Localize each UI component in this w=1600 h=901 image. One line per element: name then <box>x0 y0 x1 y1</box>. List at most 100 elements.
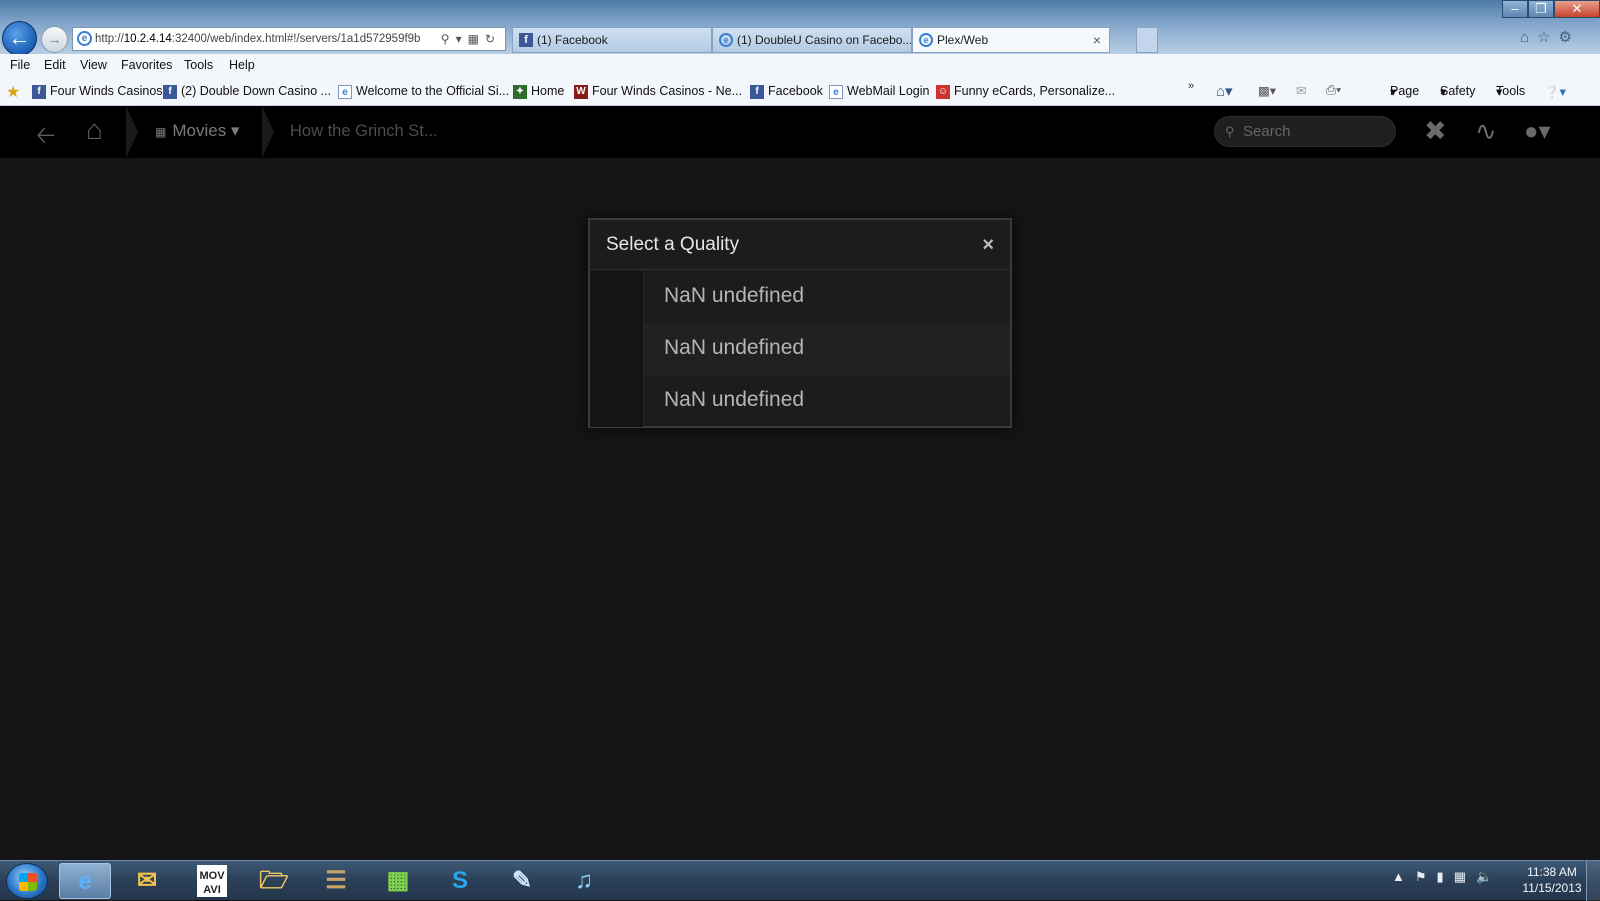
gear-icon[interactable]: ⚙ <box>1559 29 1580 46</box>
menu-tools[interactable]: Tools <box>184 58 213 72</box>
option-gutter <box>590 323 644 375</box>
taskbar-mov-avi[interactable]: MOV AVI <box>186 863 238 899</box>
browser-back-button[interactable]: ← <box>2 21 37 56</box>
restore-button[interactable]: ❐ <box>1528 0 1554 18</box>
quality-option[interactable]: NaN undefined <box>590 271 1010 323</box>
menu-page[interactable]: Page ▾ <box>1390 84 1419 99</box>
tab-close-icon[interactable]: × <box>1093 28 1101 52</box>
taskbar-file-explorer[interactable]: 🗁 <box>248 863 300 899</box>
plex-home-icon[interactable]: ⌂ <box>86 114 103 146</box>
favorite-link[interactable]: e Welcome to the Official Si... <box>338 84 509 99</box>
user-menu-icon[interactable]: ●▾ <box>1524 117 1551 146</box>
menu-file[interactable]: File <box>10 58 30 72</box>
browser-forward-button[interactable]: → <box>41 26 68 53</box>
favorite-link[interactable]: ☺ Funny eCards, Personalize... <box>936 84 1116 99</box>
menu-edit[interactable]: Edit <box>44 58 66 72</box>
taskbar-pen-tool[interactable]: ✎ <box>496 863 548 899</box>
home-icon[interactable]: ⌂ <box>1520 29 1537 46</box>
quality-option-label: NaN undefined <box>664 284 805 307</box>
overflow-chevron-icon[interactable]: » <box>1188 80 1194 92</box>
library-icon: ☰ <box>325 867 347 894</box>
favorite-label: Four Winds Casinos <box>50 84 163 98</box>
help-icon[interactable]: ❔▾ <box>1544 84 1566 100</box>
taskbar-clock[interactable]: 11:38 AM 11/15/2013 <box>1512 864 1592 896</box>
tab-plex-web[interactable]: e Plex/Web × <box>912 27 1110 53</box>
activity-icon[interactable]: ∿ <box>1475 116 1497 147</box>
tab-facebook[interactable]: f (1) Facebook <box>512 27 712 53</box>
address-host: 10.2.4.14 <box>123 33 172 45</box>
mail-icon[interactable]: ✉ <box>1296 83 1306 98</box>
taskbar-green-app[interactable]: ▦ <box>372 863 424 899</box>
close-window-button[interactable]: ✕ <box>1554 0 1600 18</box>
favorite-link[interactable]: e WebMail Login <box>829 84 929 99</box>
print-icon[interactable]: ⎙▾ <box>1326 83 1341 98</box>
taskbar-library[interactable]: ☰ <box>310 863 362 899</box>
facebook-icon: f <box>163 85 177 99</box>
favorites-star-icon[interactable]: ★ <box>6 82 20 102</box>
rss-feed-icon[interactable]: ▩▾ <box>1258 83 1276 98</box>
avi-label: AVI <box>203 884 221 896</box>
breadcrumb-section[interactable]: ▦ Movies ▾ <box>155 121 239 141</box>
ie-page-icon: e <box>77 31 92 46</box>
volume-icon[interactable]: 🔈 <box>1476 869 1502 884</box>
chevron-down-icon[interactable]: ▾ <box>456 32 468 46</box>
taskbar-itunes[interactable]: ♫ <box>558 863 610 899</box>
start-button[interactable] <box>6 863 48 899</box>
favorite-link[interactable]: f Facebook <box>750 84 823 99</box>
tab-doubleu-casino[interactable]: e (1) DoubleU Casino on Facebo... <box>712 27 912 53</box>
address-prefix: http:// <box>95 33 124 45</box>
show-desktop-button[interactable] <box>1586 861 1600 901</box>
window-controls: – ❐ ✕ <box>1502 0 1600 20</box>
quality-option-label: NaN undefined <box>664 388 805 411</box>
internet-explorer-icon: e <box>78 868 92 895</box>
power-icon[interactable]: ▮ <box>1437 869 1454 884</box>
menu-help[interactable]: Help <box>229 58 255 72</box>
network-icon[interactable]: ▦ <box>1454 869 1476 884</box>
favorite-link[interactable]: f (2) Double Down Casino ... <box>163 84 331 99</box>
menu-safety[interactable]: Safety ▾ <box>1440 84 1475 99</box>
action-center-flag-icon[interactable]: ⚑ <box>1415 869 1437 884</box>
favorites-bar: ★ f Four Winds Casinos f (2) Double Down C… <box>0 78 1600 106</box>
modal-close-button[interactable]: × <box>982 234 994 257</box>
tray-expand-icon[interactable]: ▲ <box>1392 869 1415 884</box>
address-tools[interactable]: ⚲▾▦↻ <box>436 28 501 50</box>
clock-time: 11:38 AM <box>1527 865 1577 879</box>
refresh-icon[interactable]: ↻ <box>485 32 501 46</box>
ie-page-icon: e <box>719 33 733 47</box>
breadcrumb-divider <box>126 106 138 158</box>
browser-right-icons: ⌂☆⚙ <box>1520 28 1580 46</box>
menu-tools-cmd[interactable]: Tools ▾ <box>1496 84 1525 99</box>
mov-label: MOV <box>199 870 225 882</box>
minimize-button[interactable]: – <box>1502 0 1528 18</box>
search-icon[interactable]: ⚲ <box>441 32 456 46</box>
favorite-label: Four Winds Casinos - Ne... <box>592 84 743 98</box>
new-tab-button[interactable] <box>1136 27 1158 53</box>
favorite-link[interactable]: f Four Winds Casinos <box>32 84 163 99</box>
option-gutter <box>590 375 644 427</box>
address-bar[interactable]: e http://10.2.4.14:32400/web/index.html#… <box>72 27 506 51</box>
taskbar-skype[interactable]: S <box>434 863 486 899</box>
taskbar-outlook[interactable]: ✉ <box>121 863 173 899</box>
compatibility-view-icon[interactable]: ▦ <box>468 32 485 46</box>
settings-tools-icon[interactable]: ✖ <box>1424 116 1447 147</box>
taskbar-internet-explorer[interactable]: e <box>59 863 111 899</box>
facebook-icon: f <box>750 85 764 99</box>
favorite-label: Funny eCards, Personalize... <box>954 84 1116 98</box>
quality-option[interactable]: NaN undefined <box>590 375 1010 427</box>
favorite-link[interactable]: W Four Winds Casinos - Ne... <box>574 84 743 99</box>
breadcrumb-title[interactable]: How the Grinch St... <box>290 122 438 141</box>
quality-option-label: NaN undefined <box>664 336 805 359</box>
favorites-star-icon[interactable]: ☆ <box>1537 29 1558 46</box>
green-page-icon: ✦ <box>513 85 527 99</box>
plex-search-input[interactable]: ⚲ Search <box>1214 116 1396 147</box>
windows-taskbar: e ✉ MOV AVI 🗁 ☰ ▦ S ✎ ♫ ▲⚑▮▦🔈 11:38 AM 11… <box>0 860 1600 901</box>
menu-view[interactable]: View <box>80 58 107 72</box>
home-icon[interactable]: ⌂▾ <box>1216 82 1233 100</box>
green-app-icon: ▦ <box>386 867 410 894</box>
menu-favorites[interactable]: Favorites <box>121 58 172 72</box>
plex-back-icon[interactable]: 🡠 <box>36 118 55 159</box>
browser-titlebar: ← → e http://10.2.4.14:32400/web/index.h… <box>0 0 1600 56</box>
quality-option[interactable]: NaN undefined <box>590 323 1010 375</box>
outlook-icon: ✉ <box>136 867 158 894</box>
favorite-link[interactable]: ✦ Home <box>513 84 564 99</box>
